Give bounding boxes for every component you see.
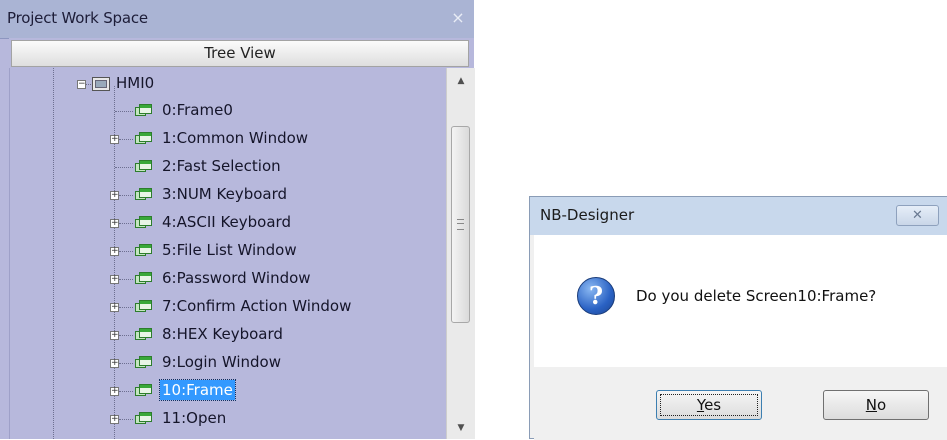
tree-item[interactable]: +8:HEX Keyboard xyxy=(106,324,436,346)
panel-title: Project Work Space xyxy=(7,9,148,27)
scrollbar-thumb[interactable] xyxy=(451,126,470,323)
tree-connector xyxy=(115,167,133,168)
dialog-message: Do you delete Screen10:Frame? xyxy=(636,287,877,305)
dialog-title-bar[interactable]: NB-Designer ✕ xyxy=(530,197,947,235)
close-button[interactable]: ✕ xyxy=(896,205,939,226)
tree-item[interactable]: +4:ASCII Keyboard xyxy=(106,212,436,234)
tree-connector xyxy=(119,307,133,308)
expand-icon[interactable]: + xyxy=(110,415,119,424)
tree-item-label: 10:Frame xyxy=(159,379,236,401)
window-icon xyxy=(135,216,152,229)
tree-connector xyxy=(119,363,133,364)
tree-item-label: 3:NUM Keyboard xyxy=(162,185,288,203)
expand-icon[interactable]: + xyxy=(110,275,119,284)
tree-item-label: 1:Common Window xyxy=(162,129,309,147)
tab-bar: Tree View xyxy=(9,38,474,68)
window-icon xyxy=(135,412,152,425)
tree-connector xyxy=(119,335,133,336)
expand-icon[interactable]: + xyxy=(110,387,119,396)
tree-item[interactable]: 0:Frame0 xyxy=(106,100,436,122)
dialog-body: ? Do you delete Screen10:Frame? xyxy=(534,235,947,367)
window-icon xyxy=(135,188,152,201)
tree-node-hmi0[interactable]: − HMI0 xyxy=(70,73,270,95)
expand-icon[interactable]: + xyxy=(110,135,119,144)
window-icon xyxy=(135,104,152,117)
tree-connector xyxy=(115,111,133,112)
project-tree[interactable]: − HMI0 0:Frame0 +1:Common Window 2:Fast Se… xyxy=(9,68,447,439)
tree-item-label: 0:Frame0 xyxy=(162,101,233,119)
tree-item-label: 5:File List Window xyxy=(162,241,297,259)
tree-item-label: 7:Confirm Action Window xyxy=(162,297,352,315)
tree-item-label: 4:ASCII Keyboard xyxy=(162,213,291,231)
question-icon: ? xyxy=(577,277,615,315)
no-accelerator: N xyxy=(865,396,878,414)
grip-icon xyxy=(457,219,464,230)
window-icon xyxy=(135,272,152,285)
close-icon[interactable]: × xyxy=(448,8,468,28)
tree-item-label: 9:Login Window xyxy=(162,353,281,371)
tree-item[interactable]: +11:Open xyxy=(106,408,436,430)
tree-item[interactable]: +3:NUM Keyboard xyxy=(106,184,436,206)
tree-item[interactable]: +1:Common Window xyxy=(106,128,436,150)
tree-connector xyxy=(119,391,133,392)
tree-node-label: HMI0 xyxy=(116,74,155,92)
tab-tree-view[interactable]: Tree View xyxy=(11,40,469,67)
window-icon xyxy=(135,300,152,313)
no-label-rest: o xyxy=(877,396,887,414)
tree-item[interactable]: +6:Password Window xyxy=(106,268,436,290)
focus-rectangle xyxy=(660,394,758,416)
expand-icon[interactable]: + xyxy=(110,247,119,256)
scroll-down-arrow-icon[interactable]: ▼ xyxy=(447,419,475,437)
tree-connector xyxy=(119,195,133,196)
panel-title-bar[interactable]: Project Work Space × xyxy=(0,0,474,39)
scroll-up-arrow-icon[interactable]: ▲ xyxy=(447,72,475,90)
expand-icon[interactable]: + xyxy=(110,331,119,340)
tree-connector xyxy=(119,279,133,280)
tree-connector xyxy=(86,84,91,85)
tree-item[interactable]: +5:File List Window xyxy=(106,240,436,262)
dialog-title: NB-Designer xyxy=(540,206,635,224)
tree-item[interactable]: +9:Login Window xyxy=(106,352,436,374)
expand-icon[interactable]: + xyxy=(110,219,119,228)
tree-guide-line xyxy=(53,68,54,439)
tree-connector xyxy=(119,251,133,252)
tree-connector xyxy=(119,139,133,140)
expand-icon[interactable]: + xyxy=(110,303,119,312)
tree-connector xyxy=(119,419,133,420)
window-icon xyxy=(135,132,152,145)
tree-connector xyxy=(119,223,133,224)
hmi-device-icon xyxy=(92,77,110,91)
tree-item[interactable]: +7:Confirm Action Window xyxy=(106,296,436,318)
tree-item-label: 2:Fast Selection xyxy=(162,157,281,175)
window-icon xyxy=(135,244,152,257)
no-button[interactable]: No xyxy=(823,390,929,420)
window-icon xyxy=(135,384,152,397)
collapse-icon[interactable]: − xyxy=(77,80,86,89)
tree-item[interactable]: +10:Frame xyxy=(106,379,436,402)
window-icon xyxy=(135,160,152,173)
vertical-scrollbar[interactable]: ▲ ▼ xyxy=(446,68,475,439)
yes-button[interactable]: Yes xyxy=(656,390,762,420)
confirm-delete-dialog: NB-Designer ✕ ? Do you delete Screen10:F… xyxy=(529,196,947,440)
tree-item-label: 11:Open xyxy=(162,409,227,427)
project-work-space-panel: Project Work Space × Tree View − HMI0 0:… xyxy=(0,0,475,439)
tree-item[interactable]: 2:Fast Selection xyxy=(106,156,436,178)
dialog-footer: Yes No xyxy=(534,367,947,440)
expand-icon[interactable]: + xyxy=(110,191,119,200)
expand-icon[interactable]: + xyxy=(110,359,119,368)
window-icon xyxy=(135,356,152,369)
window-icon xyxy=(135,328,152,341)
tree-item-label: 8:HEX Keyboard xyxy=(162,325,283,343)
tree-item-label: 6:Password Window xyxy=(162,269,311,287)
